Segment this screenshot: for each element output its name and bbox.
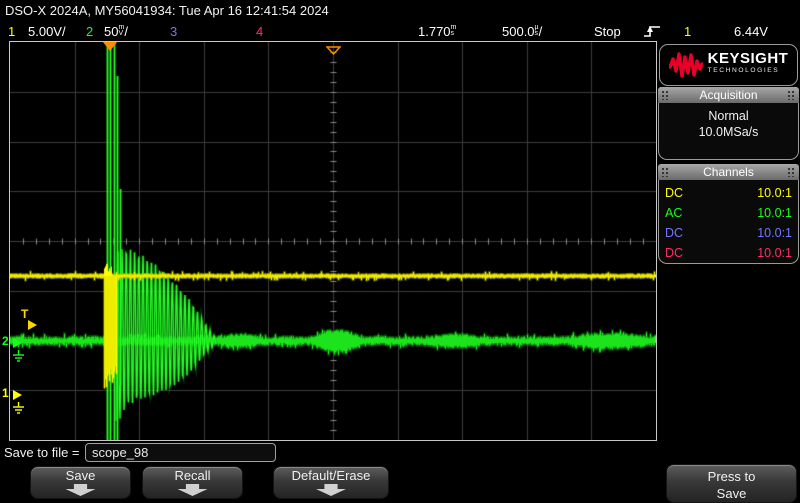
sample-rate: 10.0MSa/s	[659, 125, 798, 139]
grip-icon	[661, 167, 670, 177]
ch2-probe: 10.0:1	[757, 206, 792, 220]
press-to-save-line2: Save	[717, 485, 747, 502]
ch2-ground-icon	[12, 350, 25, 362]
ch3-number[interactable]: 3	[170, 24, 177, 39]
filename-input[interactable]	[85, 443, 276, 462]
softkey-recall-label: Recall	[174, 468, 210, 483]
timebase-suffix: /	[539, 24, 543, 39]
run-state: Stop	[594, 24, 621, 39]
instrument-title: DSO-X 2024A, MY56041934: Tue Apr 16 12:4…	[5, 3, 329, 18]
acquisition-panel: Acquisition Normal 10.0MSa/s	[658, 87, 799, 160]
softkey-save-label: Save	[66, 468, 96, 483]
channel-row-1: DC 10.0:1	[665, 183, 792, 203]
keysight-logo-panel: KEYSIGHT TECHNOLOGIES	[659, 44, 798, 86]
channels-header[interactable]: Channels	[658, 164, 799, 180]
delay-readout[interactable]: 1.770ms	[418, 24, 456, 39]
acquisition-body: Normal 10.0MSa/s	[658, 103, 799, 160]
ch4-probe: 10.0:1	[757, 246, 792, 260]
trigger-level-marker-arrow[interactable]	[28, 320, 37, 330]
waveform-display	[9, 41, 657, 441]
softkey-default-erase[interactable]: Default/Erase	[273, 466, 389, 499]
ch1-scale-text: 5.00V/	[28, 24, 66, 39]
trigger-source[interactable]: 1	[684, 24, 691, 39]
oscilloscope-screen: DSO-X 2024A, MY56041934: Tue Apr 16 12:4…	[0, 0, 800, 503]
time-reference-marker[interactable]	[326, 42, 341, 60]
ch3-probe: 10.0:1	[757, 226, 792, 240]
ch2-ref-arrow[interactable]	[13, 338, 22, 348]
delay-value: 1.770	[418, 24, 451, 39]
ch2-coupling: AC	[665, 206, 682, 220]
grip-icon	[787, 90, 796, 100]
softkey-default-erase-label: Default/Erase	[292, 468, 371, 483]
menu-down-arrow-icon	[178, 484, 208, 496]
ch1-number[interactable]: 1	[8, 24, 15, 39]
ch3-coupling: DC	[665, 226, 683, 240]
channel-row-2: AC 10.0:1	[665, 203, 792, 223]
grip-icon	[787, 167, 796, 177]
ch1-coupling: DC	[665, 186, 683, 200]
menu-down-arrow-icon	[66, 484, 96, 496]
save-to-file-label: Save to file =	[4, 445, 80, 460]
trigger-position-marker[interactable]	[103, 42, 117, 51]
ch1-ground-icon	[12, 402, 25, 414]
waveform-canvas	[10, 42, 656, 440]
softkey-save[interactable]: Save	[30, 466, 131, 499]
trigger-level-readout[interactable]: 6.44V	[734, 24, 768, 39]
ch1-scale[interactable]: 5.00V/	[28, 24, 66, 39]
timebase-value: 500.0	[502, 24, 535, 39]
logo-brand: KEYSIGHT	[708, 53, 789, 65]
channels-body: DC 10.0:1 AC 10.0:1 DC 10.0:1 DC 10.0:1	[658, 180, 799, 264]
softkey-recall[interactable]: Recall	[142, 466, 243, 499]
channel-row-3: DC 10.0:1	[665, 223, 792, 243]
keysight-logo-text: KEYSIGHT TECHNOLOGIES	[708, 53, 789, 77]
status-bar: 1 5.00V/ 2 50mV/ 3 4 1.770ms 500.0µs/ St…	[0, 22, 800, 42]
ch2-scale-suffix: /	[124, 24, 128, 39]
ch1-ref-label[interactable]: 1	[2, 387, 9, 399]
trigger-slope-icon[interactable]	[643, 23, 661, 42]
grip-icon	[661, 90, 670, 100]
ch2-ref-label[interactable]: 2	[2, 335, 9, 347]
ch2-scale[interactable]: 50mV/	[104, 24, 128, 39]
delay-unit: ms	[451, 25, 457, 37]
press-to-save-line1: Press to	[708, 468, 756, 485]
channels-header-label: Channels	[703, 165, 754, 179]
acquisition-header[interactable]: Acquisition	[658, 87, 799, 103]
trigger-level-marker-label[interactable]: T	[21, 308, 28, 320]
timebase-readout[interactable]: 500.0µs/	[502, 24, 542, 39]
ch2-scale-value: 50	[104, 24, 118, 39]
ch1-ref-arrow[interactable]	[13, 390, 22, 400]
channel-row-4: DC 10.0:1	[665, 243, 792, 263]
ch1-probe: 10.0:1	[757, 186, 792, 200]
logo-sub: TECHNOLOGIES	[708, 65, 789, 77]
acquisition-header-label: Acquisition	[699, 88, 757, 102]
ch4-number[interactable]: 4	[256, 24, 263, 39]
menu-down-arrow-icon	[316, 484, 346, 496]
acquisition-mode: Normal	[659, 109, 798, 123]
keysight-logo-icon	[669, 51, 703, 79]
ch4-coupling: DC	[665, 246, 683, 260]
channels-panel: Channels DC 10.0:1 AC 10.0:1 DC 10.0:1 DC 10…	[658, 164, 799, 264]
press-to-save-button[interactable]: Press to Save	[666, 464, 797, 503]
ch2-number[interactable]: 2	[86, 24, 93, 39]
